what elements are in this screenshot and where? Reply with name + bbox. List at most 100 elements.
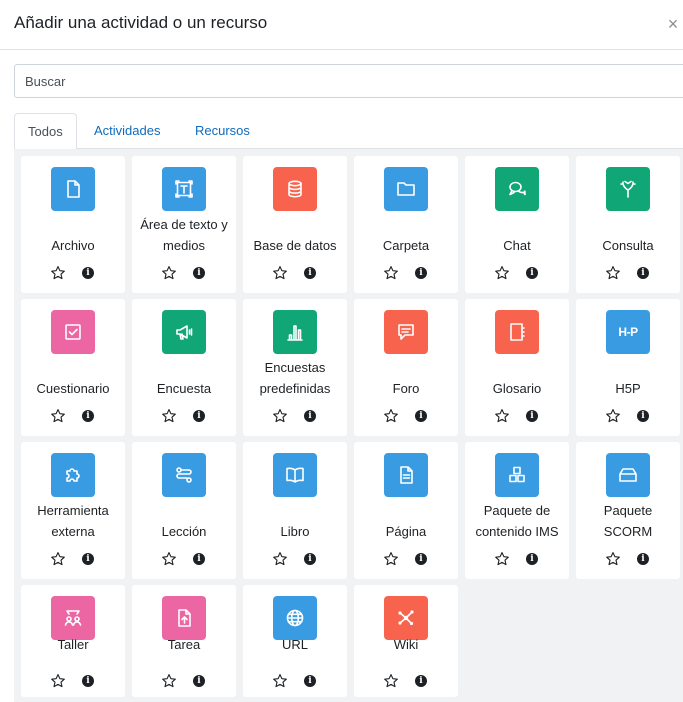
module-label: Archivo: [21, 235, 125, 256]
star-icon[interactable]: [161, 408, 177, 424]
puzzle-icon: [51, 453, 95, 497]
module-label-line: Área de texto y: [140, 217, 228, 232]
module-label: Base de datos: [243, 235, 347, 256]
module-label: Lección: [132, 521, 236, 542]
info-icon[interactable]: i: [526, 553, 538, 565]
module-card-encuestas-predefinidas[interactable]: Encuestas predefinidas i: [243, 299, 347, 436]
module-card-tarea[interactable]: Tarea i: [132, 585, 236, 697]
star-icon[interactable]: [494, 265, 510, 281]
module-card-lección[interactable]: Lección i: [132, 442, 236, 579]
info-icon[interactable]: i: [193, 410, 205, 422]
module-card-área-de-texto-y-medios[interactable]: Área de texto y medios i: [132, 156, 236, 293]
tab-bar: Todos Actividades Recursos: [14, 113, 683, 150]
module-label-line: Paquete de: [483, 503, 551, 518]
star-icon[interactable]: [272, 265, 288, 281]
module-label-line: Base de datos: [253, 238, 337, 253]
choice-icon: [606, 167, 650, 211]
module-card-foro[interactable]: Foro i: [354, 299, 458, 436]
module-card-paquete-de-contenido-ims[interactable]: Paquete de contenido IMS i: [465, 442, 569, 579]
module-card-archivo[interactable]: Archivo i: [21, 156, 125, 293]
module-card-encuesta[interactable]: Encuesta i: [132, 299, 236, 436]
database-icon: [273, 167, 317, 211]
module-card-base-de-datos[interactable]: Base de datos i: [243, 156, 347, 293]
search-input[interactable]: [14, 64, 683, 98]
module-label-line: Consulta: [602, 238, 654, 253]
star-icon[interactable]: [383, 673, 399, 689]
module-card-cuestionario[interactable]: Cuestionario i: [21, 299, 125, 436]
info-icon[interactable]: i: [637, 410, 649, 422]
module-card-glosario[interactable]: Glosario i: [465, 299, 569, 436]
star-icon[interactable]: [383, 408, 399, 424]
file-icon: [51, 167, 95, 211]
tab-actividades[interactable]: Actividades: [81, 113, 173, 150]
module-card-consulta[interactable]: Consulta i: [576, 156, 680, 293]
module-card-taller[interactable]: Taller i: [21, 585, 125, 697]
info-icon[interactable]: i: [637, 267, 649, 279]
info-icon[interactable]: i: [82, 553, 94, 565]
module-label-line: Página: [385, 524, 427, 539]
star-icon[interactable]: [272, 673, 288, 689]
star-icon[interactable]: [272, 551, 288, 567]
star-icon[interactable]: [494, 408, 510, 424]
module-card-libro[interactable]: Libro i: [243, 442, 347, 579]
star-icon[interactable]: [605, 408, 621, 424]
info-icon[interactable]: i: [304, 553, 316, 565]
module-card-paquete-scorm[interactable]: Paquete SCORM i: [576, 442, 680, 579]
star-icon[interactable]: [50, 408, 66, 424]
close-button[interactable]: ×: [665, 14, 681, 34]
bar-chart-icon: [273, 310, 317, 354]
info-icon[interactable]: i: [82, 410, 94, 422]
ims-package-icon: [495, 453, 539, 497]
glossary-icon: [495, 310, 539, 354]
info-icon[interactable]: i: [193, 675, 205, 687]
star-icon[interactable]: [50, 551, 66, 567]
module-card-chat[interactable]: Chat i: [465, 156, 569, 293]
module-label: Paquete de contenido IMS: [465, 500, 569, 542]
star-icon[interactable]: [161, 551, 177, 567]
star-icon[interactable]: [605, 265, 621, 281]
info-icon[interactable]: i: [82, 267, 94, 279]
module-card-carpeta[interactable]: Carpeta i: [354, 156, 458, 293]
info-icon[interactable]: i: [526, 267, 538, 279]
info-icon[interactable]: i: [82, 675, 94, 687]
h5p-icon-text: H-P: [618, 325, 638, 339]
lesson-icon: [162, 453, 206, 497]
info-icon[interactable]: i: [304, 410, 316, 422]
module-label: Carpeta: [354, 235, 458, 256]
module-label: Foro: [354, 378, 458, 399]
info-icon[interactable]: i: [415, 553, 427, 565]
star-icon[interactable]: [50, 265, 66, 281]
info-icon[interactable]: i: [526, 410, 538, 422]
module-label: Página: [354, 521, 458, 542]
module-label-line: Tarea: [167, 637, 201, 652]
star-icon[interactable]: [383, 265, 399, 281]
info-icon[interactable]: i: [637, 553, 649, 565]
star-icon[interactable]: [50, 673, 66, 689]
module-label-line: Paquete: [603, 503, 653, 518]
module-label-line: predefinidas: [259, 381, 331, 396]
module-label: Chat: [465, 235, 569, 256]
info-icon[interactable]: i: [415, 410, 427, 422]
module-label: Herramienta externa: [21, 500, 125, 542]
info-icon[interactable]: i: [193, 553, 205, 565]
module-card-wiki[interactable]: Wiki i: [354, 585, 458, 697]
star-icon[interactable]: [272, 408, 288, 424]
info-icon[interactable]: i: [193, 267, 205, 279]
star-icon[interactable]: [605, 551, 621, 567]
module-card-herramienta-externa[interactable]: Herramienta externa i: [21, 442, 125, 579]
module-card-página[interactable]: Página i: [354, 442, 458, 579]
module-label-line: Wiki: [393, 637, 419, 652]
star-icon[interactable]: [161, 673, 177, 689]
info-icon[interactable]: i: [304, 267, 316, 279]
star-icon[interactable]: [494, 551, 510, 567]
info-icon[interactable]: i: [415, 675, 427, 687]
quiz-icon: [51, 310, 95, 354]
info-icon[interactable]: i: [415, 267, 427, 279]
module-card-url[interactable]: URL i: [243, 585, 347, 697]
star-icon[interactable]: [161, 265, 177, 281]
info-icon[interactable]: i: [304, 675, 316, 687]
module-card-h5p[interactable]: H-P H5P i: [576, 299, 680, 436]
tab-todos[interactable]: Todos: [14, 113, 77, 150]
tab-recursos[interactable]: Recursos: [182, 113, 263, 150]
star-icon[interactable]: [383, 551, 399, 567]
